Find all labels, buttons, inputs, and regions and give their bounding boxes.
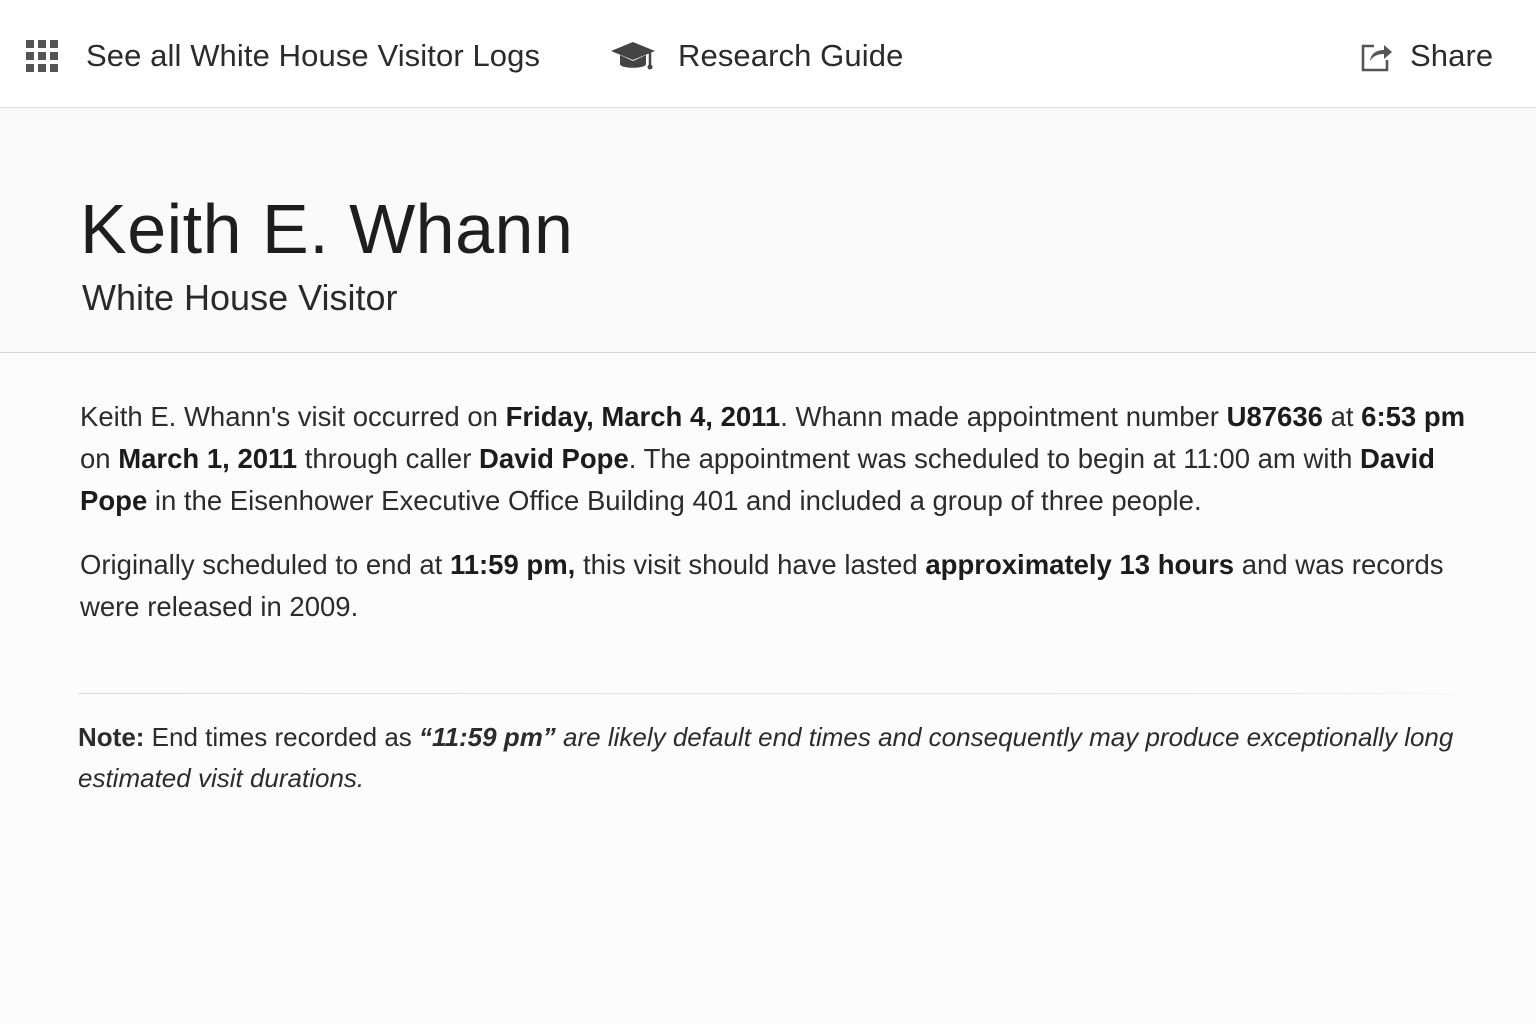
visit-date: Friday, March 4, 2011 [505, 401, 781, 432]
visit-description: Keith E. Whann's visit occurred on Frida… [80, 396, 1480, 628]
text-segment: Originally scheduled to end at [80, 549, 450, 580]
text-segment: . The appointment was scheduled to begin… [628, 443, 1361, 474]
caller-name: David Pope [479, 443, 629, 474]
text-segment: . Whann made appointment number [780, 401, 1227, 432]
note-quoted-time: “11:59 pm” [419, 722, 556, 752]
share-icon [1361, 44, 1392, 72]
research-guide-link[interactable]: Research Guide [610, 30, 903, 82]
text-segment: at [1322, 401, 1362, 432]
divider [78, 693, 1488, 694]
text-segment: this visit should have lasted [575, 549, 926, 580]
appointment-number: U87636 [1226, 401, 1323, 432]
visitor-subtitle: White House Visitor [82, 277, 398, 318]
end-time-note: Note: End times recorded as “11:59 pm” a… [78, 717, 1498, 799]
text-segment: on [80, 443, 119, 474]
visit-duration-paragraph: Originally scheduled to end at 11:59 pm,… [80, 544, 1480, 628]
appointment-made-time: 6:53 pm [1361, 401, 1466, 432]
share-button[interactable]: Share [1360, 30, 1493, 82]
share-label: Share [1410, 38, 1494, 73]
text-segment: Keith E. Whann's visit occurred on [80, 401, 506, 432]
text-segment: End times recorded as [144, 722, 420, 752]
visitor-name: Keith E. Whann [80, 190, 574, 268]
visit-summary-paragraph: Keith E. Whann's visit occurred on Frida… [80, 396, 1480, 522]
top-navigation-bar: See all White House Visitor Logs Researc… [0, 0, 1536, 108]
graduation-cap-icon [611, 42, 655, 70]
visitor-header: Keith E. Whann White House Visitor [0, 109, 1536, 353]
grid-icon [26, 40, 58, 72]
scheduled-end-time: 11:59 pm, [449, 549, 576, 580]
visit-duration: approximately 13 hours [925, 549, 1235, 580]
text-segment: in the Eisenhower Executive Office Build… [147, 485, 1202, 516]
text-segment: through caller [297, 443, 480, 474]
visitor-logs-label: See all White House Visitor Logs [86, 38, 541, 73]
appointment-made-date: March 1, 2011 [118, 443, 298, 474]
research-guide-label: Research Guide [678, 38, 904, 73]
note-label: Note: [78, 722, 145, 752]
see-all-visitor-logs-link[interactable]: See all White House Visitor Logs [26, 30, 540, 82]
